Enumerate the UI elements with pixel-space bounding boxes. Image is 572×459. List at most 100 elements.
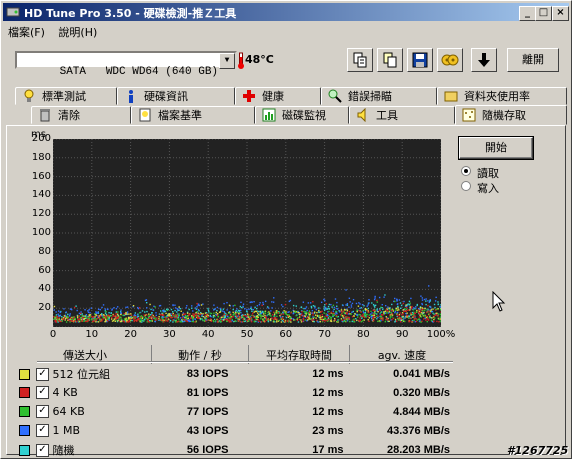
data-point bbox=[178, 313, 180, 315]
data-point bbox=[391, 314, 394, 316]
data-point bbox=[158, 315, 160, 318]
data-point bbox=[437, 303, 440, 305]
menu-file[interactable]: 檔案(F) bbox=[3, 22, 50, 42]
tab-disk-monitor[interactable]: 磁碟監視 bbox=[255, 106, 349, 124]
data-point bbox=[260, 318, 262, 320]
data-point bbox=[63, 308, 65, 310]
data-point bbox=[350, 304, 353, 306]
data-point bbox=[405, 310, 407, 312]
data-point bbox=[437, 318, 440, 320]
data-point bbox=[273, 318, 276, 320]
minimize-button[interactable]: _ bbox=[519, 6, 536, 21]
tab-erase[interactable]: 清除 bbox=[31, 106, 131, 124]
data-point bbox=[314, 314, 317, 316]
series-checkbox[interactable]: ✓ bbox=[36, 424, 49, 438]
data-point bbox=[57, 313, 59, 315]
data-point bbox=[367, 315, 369, 318]
data-point bbox=[169, 315, 171, 318]
data-point bbox=[348, 297, 351, 299]
access-time-value: 12 ms bbox=[312, 405, 344, 418]
data-point bbox=[295, 314, 297, 317]
data-point bbox=[77, 320, 80, 322]
data-point bbox=[117, 320, 119, 322]
tab-random-access[interactable]: 隨機存取 bbox=[455, 105, 567, 125]
data-point bbox=[216, 321, 219, 323]
copy-screen-button[interactable] bbox=[377, 48, 403, 72]
data-point bbox=[263, 318, 266, 320]
data-point bbox=[207, 319, 209, 321]
data-point bbox=[320, 311, 322, 314]
tab-tools[interactable]: 工具 bbox=[349, 106, 455, 124]
series-checkbox[interactable]: ✓ bbox=[36, 405, 49, 419]
data-point bbox=[198, 317, 201, 319]
maximize-button[interactable]: □ bbox=[535, 6, 552, 21]
data-point bbox=[417, 307, 420, 310]
data-point bbox=[368, 302, 370, 304]
data-point bbox=[334, 298, 337, 300]
series-checkbox[interactable]: ✓ bbox=[36, 386, 49, 400]
data-point bbox=[95, 319, 97, 322]
data-point bbox=[146, 307, 148, 309]
tab-benchmark[interactable]: 標準測試 bbox=[15, 87, 117, 105]
data-point bbox=[313, 316, 315, 318]
chevron-down-icon[interactable]: ▼ bbox=[219, 53, 235, 69]
data-point bbox=[351, 315, 354, 318]
data-point bbox=[175, 317, 178, 319]
data-point bbox=[102, 318, 105, 320]
data-point bbox=[382, 308, 384, 311]
data-point bbox=[351, 302, 354, 305]
data-point bbox=[330, 303, 332, 306]
download-button[interactable] bbox=[471, 48, 497, 72]
data-point bbox=[290, 321, 292, 323]
info-icon bbox=[129, 90, 133, 103]
series-checkbox[interactable]: ✓ bbox=[36, 444, 49, 457]
data-point bbox=[202, 315, 205, 318]
data-point bbox=[87, 311, 90, 314]
data-point bbox=[185, 319, 187, 322]
data-point bbox=[423, 298, 426, 301]
data-point bbox=[303, 310, 305, 313]
tab-file-benchmark[interactable]: 檔案基準 bbox=[131, 106, 255, 124]
write-radio[interactable]: 寫入 bbox=[461, 180, 551, 195]
tab-label: 檔案基準 bbox=[158, 109, 202, 122]
data-point bbox=[54, 319, 57, 322]
data-point bbox=[404, 308, 406, 310]
data-point bbox=[361, 315, 364, 317]
exit-button[interactable]: 離開 bbox=[507, 48, 559, 72]
data-point bbox=[305, 311, 308, 314]
data-point bbox=[389, 314, 391, 316]
data-point bbox=[113, 319, 115, 322]
data-point bbox=[254, 306, 256, 309]
data-point bbox=[90, 307, 93, 309]
tab-disk-info[interactable]: 硬碟資訊 bbox=[117, 87, 235, 105]
series-checkbox[interactable]: ✓ bbox=[36, 368, 49, 381]
tab-folder-usage[interactable]: 資料夾使用率 bbox=[437, 87, 567, 105]
close-button[interactable]: × bbox=[552, 6, 569, 21]
bulb-icon bbox=[24, 89, 34, 102]
copy-text-button[interactable] bbox=[347, 48, 373, 72]
thermometer-icon bbox=[238, 52, 244, 69]
data-point bbox=[292, 304, 295, 307]
data-point bbox=[181, 317, 184, 319]
save-button[interactable] bbox=[407, 48, 433, 72]
data-point bbox=[424, 307, 426, 310]
data-point bbox=[243, 314, 245, 317]
data-point bbox=[107, 320, 109, 322]
data-point bbox=[389, 317, 392, 319]
drive-select[interactable]: SATA WDC WD64 (640 GB) ▼ bbox=[15, 51, 237, 78]
data-point bbox=[346, 309, 349, 312]
start-button[interactable]: 開始 bbox=[458, 136, 534, 160]
data-point bbox=[391, 303, 393, 306]
tab-health[interactable]: 健康 bbox=[235, 87, 321, 105]
data-point bbox=[290, 312, 292, 314]
data-point bbox=[433, 303, 436, 306]
tab-label: 資料夾使用率 bbox=[464, 90, 530, 103]
tab-error-scan[interactable]: 錯誤掃瞄 bbox=[321, 87, 437, 105]
data-point bbox=[434, 306, 436, 309]
data-point bbox=[219, 320, 221, 323]
data-point bbox=[143, 319, 145, 322]
options-button[interactable] bbox=[437, 48, 463, 72]
menu-help[interactable]: 說明(H) bbox=[53, 22, 102, 42]
read-radio[interactable]: 讀取 bbox=[461, 165, 551, 180]
data-point bbox=[223, 313, 225, 316]
